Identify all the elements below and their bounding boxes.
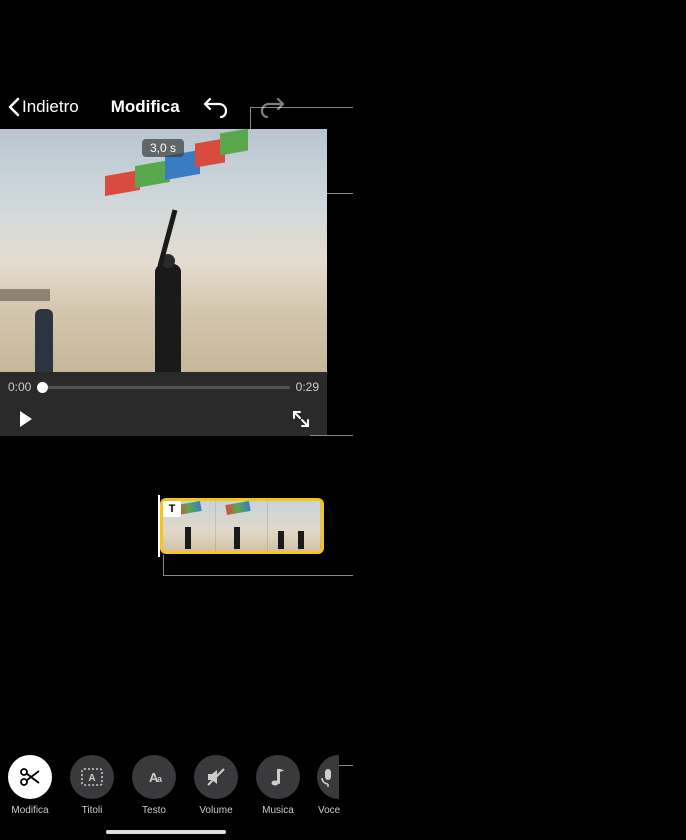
back-button[interactable]: Indietro (8, 97, 79, 117)
tool-label: Testo (142, 805, 166, 816)
clip[interactable]: T (160, 498, 324, 554)
home-indicator[interactable] (106, 830, 226, 834)
undo-icon (203, 95, 229, 119)
tool-more[interactable] (317, 755, 339, 799)
tool-label: Titoli (82, 805, 103, 816)
page-title: Modifica (111, 97, 180, 117)
tool-testo[interactable]: Aa Testo (132, 755, 176, 816)
scrubber-thumb[interactable] (37, 382, 48, 393)
expand-icon (292, 410, 310, 428)
tool-label: Musica (262, 805, 294, 816)
callout-line (310, 435, 353, 436)
toolbar: Modifica A Titoli Aa Testo Volume Musica… (0, 755, 686, 816)
title-icon: A (81, 768, 103, 786)
scissors-icon (19, 766, 41, 788)
tool-volume[interactable]: Volume (194, 755, 238, 816)
tool-label: Modifica (11, 805, 48, 816)
svg-text:A: A (88, 773, 95, 784)
callout-line (163, 555, 164, 575)
tool-label: Voce (318, 805, 340, 816)
fullscreen-button[interactable] (287, 405, 315, 433)
timeline[interactable]: T (160, 498, 324, 554)
figure-secondary (35, 309, 53, 372)
play-icon (18, 410, 34, 428)
clip-thumbnail (216, 501, 269, 551)
redo-icon (259, 95, 285, 119)
duration-badge: 3,0 s (142, 139, 184, 157)
figure-main (155, 264, 181, 372)
play-button[interactable] (12, 405, 40, 433)
music-icon (269, 766, 287, 788)
volume-mute-icon (205, 767, 227, 787)
scrubber-bar: 0:00 0:29 (0, 372, 327, 402)
mic-icon (317, 766, 339, 788)
playhead[interactable] (158, 495, 160, 557)
player-controls (0, 402, 327, 436)
clip-thumbnail (268, 501, 321, 551)
text-overlay-badge: T (163, 501, 181, 517)
callout-line (163, 575, 353, 576)
video-preview[interactable]: 3,0 s (0, 129, 327, 372)
total-time: 0:29 (296, 380, 319, 394)
tool-modifica[interactable]: Modifica (8, 755, 52, 816)
redo-button[interactable] (254, 89, 290, 125)
tool-musica[interactable]: Musica (256, 755, 300, 816)
current-time: 0:00 (8, 380, 31, 394)
back-label: Indietro (22, 97, 79, 117)
scrubber-track[interactable] (37, 386, 289, 389)
background-pier (0, 289, 50, 301)
tool-label: Volume (199, 805, 232, 816)
undo-button[interactable] (198, 89, 234, 125)
tool-titoli[interactable]: A Titoli (70, 755, 114, 816)
svg-text:a: a (157, 774, 163, 784)
text-icon: Aa (143, 768, 165, 786)
